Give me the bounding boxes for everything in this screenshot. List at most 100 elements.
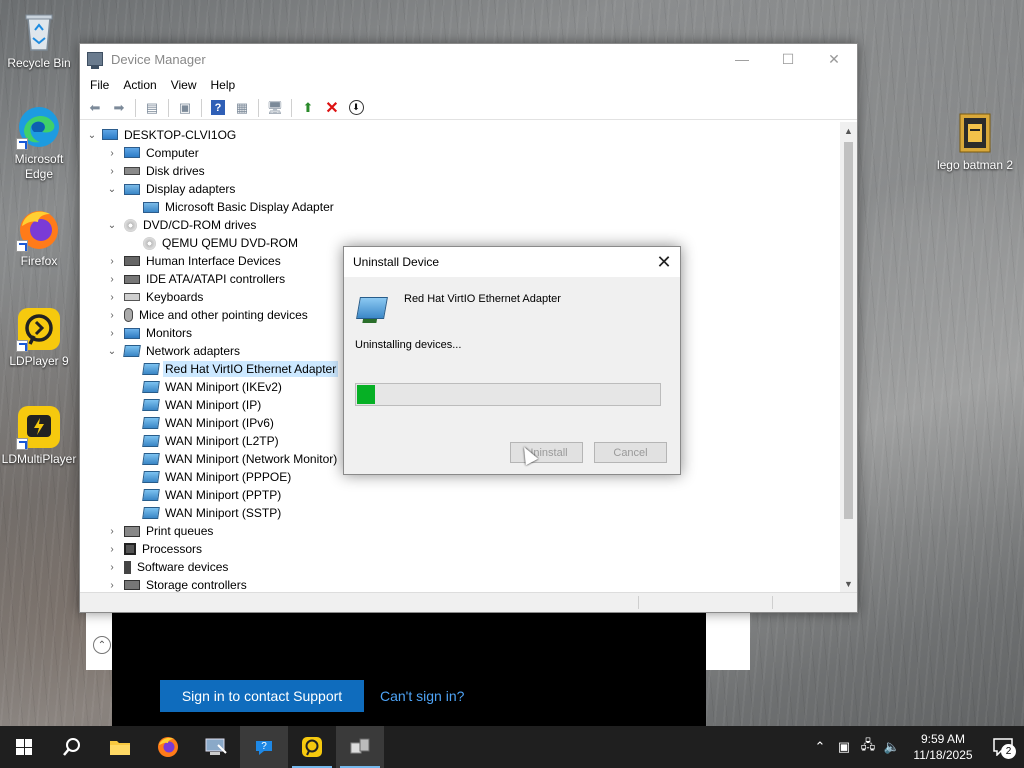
firefox-icon (158, 737, 178, 757)
disk-drive-icon (124, 167, 140, 175)
collapse-chevron-icon[interactable]: ⌄ (86, 130, 98, 141)
back-arrow-icon[interactable]: ⬅ (84, 98, 106, 118)
scrollbar-thumb[interactable] (844, 142, 853, 519)
disable-device-button[interactable]: ⬇ (345, 98, 367, 118)
uninstall-device-icon[interactable]: ✕ (321, 98, 343, 118)
hid-icon (124, 256, 140, 266)
taskbar-device-installer[interactable] (336, 726, 384, 768)
dialog-title-bar[interactable]: Uninstall Device ✕ (344, 247, 680, 277)
computer-icon (124, 146, 140, 158)
sign-in-support-button[interactable]: Sign in to contact Support (160, 680, 364, 712)
expand-chevron-icon[interactable]: › (106, 544, 118, 555)
tree-item-software-devices[interactable]: › Software devices (80, 558, 839, 576)
folder-icon (110, 741, 130, 755)
menu-action[interactable]: Action (116, 78, 163, 92)
status-bar (80, 592, 857, 612)
processor-icon (124, 543, 136, 555)
vertical-scrollbar[interactable]: ▲ ▼ (840, 122, 857, 592)
tree-item-label: Print queues (146, 524, 214, 538)
tree-item-dvd-drives[interactable]: ⌄ DVD/CD-ROM drives (80, 216, 839, 234)
chevron-up-icon[interactable]: ⌃ (808, 739, 832, 755)
cancel-button[interactable]: Cancel (594, 442, 667, 463)
dialog-close-icon[interactable]: ✕ (648, 247, 680, 277)
expand-chevron-icon[interactable]: › (106, 256, 118, 267)
expand-chevron-icon[interactable]: › (106, 526, 118, 537)
desktop-icon-label: Firefox (20, 254, 58, 268)
software-device-icon (124, 560, 131, 574)
menu-view[interactable]: View (164, 78, 204, 92)
menu-bar: File Action View Help (80, 74, 857, 96)
taskbar-file-explorer[interactable] (96, 726, 144, 768)
taskbar-device-manager[interactable] (192, 726, 240, 768)
expand-chevron-icon[interactable]: › (106, 562, 118, 573)
expand-chevron-icon[interactable]: › (106, 292, 118, 303)
desktop-icon-edge[interactable]: Microsoft Edge (0, 104, 78, 182)
network-adapter-icon (142, 399, 160, 411)
tree-item-display-adapters[interactable]: ⌄ Display adapters (80, 180, 839, 198)
expand-chevron-icon[interactable]: › (106, 580, 118, 591)
scroll-down-icon[interactable]: ▼ (840, 575, 857, 592)
expand-chevron-icon[interactable]: › (106, 328, 118, 339)
tree-item-label: Network adapters (146, 344, 241, 358)
volume-muted-icon[interactable]: 🔈 (880, 739, 904, 755)
update-driver-icon[interactable]: ⬆ (297, 98, 319, 118)
tree-item-storage-controllers[interactable]: › Storage controllers (80, 576, 839, 592)
expand-chevron-icon[interactable]: › (106, 310, 118, 321)
cant-sign-in-link[interactable]: Can't sign in? (380, 688, 464, 704)
taskbar-help[interactable]: ? (240, 726, 288, 768)
action-pane-icon[interactable]: ▦ (231, 98, 253, 118)
network-icon[interactable]: 🖧 (856, 736, 880, 758)
tree-item-disk-drives[interactable]: › Disk drives (80, 162, 839, 180)
system-tray: ⌃ ▣ 🖧 🔈 9:59 AM 11/18/2025 2 (808, 726, 1024, 768)
show-hide-console-tree-icon[interactable]: ▤ (141, 98, 163, 118)
scroll-up-icon[interactable]: ▲ (840, 122, 857, 139)
clock-time: 9:59 AM (920, 732, 966, 746)
tree-item-label: Storage controllers (146, 578, 247, 592)
collapse-chevron-icon[interactable]: ⌄ (106, 220, 118, 231)
expand-chevron-icon[interactable]: › (106, 166, 118, 177)
desktop-icon-recycle-bin[interactable]: Recycle Bin (0, 8, 78, 71)
tree-item-wan-sstp[interactable]: WAN Miniport (SSTP) (80, 504, 839, 522)
network-adapter-icon (142, 435, 160, 447)
tree-item-computer[interactable]: › Computer (80, 144, 839, 162)
recycle-bin-icon (16, 8, 62, 54)
forward-arrow-icon[interactable]: ➡ (108, 98, 130, 118)
close-button[interactable]: ✕ (811, 44, 857, 74)
tree-root[interactable]: ⌄ DESKTOP-CLVI1OG (80, 126, 839, 144)
collapse-chevron-icon[interactable]: ⌄ (106, 184, 118, 195)
expand-chevron-icon[interactable]: › (106, 148, 118, 159)
tree-item-processors[interactable]: › Processors (80, 540, 839, 558)
expand-chevron-icon[interactable]: › (106, 274, 118, 285)
start-button[interactable] (0, 726, 48, 768)
device-icon[interactable]: ▣ (832, 739, 856, 755)
clock[interactable]: 9:59 AM 11/18/2025 (904, 731, 982, 763)
desktop-icon-firefox[interactable]: Firefox (0, 206, 78, 269)
tree-item-wan-pptp[interactable]: WAN Miniport (PPTP) (80, 486, 839, 504)
desktop-icon-ldmultiplayer[interactable]: LDMultiPlayer (0, 404, 78, 467)
collapse-chevron-icon[interactable]: ⌄ (106, 346, 118, 357)
scan-hardware-icon[interactable]: 🖥 (264, 98, 286, 118)
maximize-button[interactable]: ☐ (765, 44, 811, 74)
taskbar-ldplayer[interactable] (288, 726, 336, 768)
network-adapter-icon (142, 507, 160, 519)
menu-help[interactable]: Help (204, 78, 243, 92)
taskbar-firefox[interactable] (144, 726, 192, 768)
notification-center-button[interactable]: 2 (982, 726, 1024, 768)
title-bar[interactable]: Device Manager — ☐ ✕ (80, 44, 857, 74)
desktop-icon-ldplayer[interactable]: LDPlayer 9 (0, 306, 78, 369)
properties-icon[interactable]: ▣ (174, 98, 196, 118)
monitor-icon (124, 327, 140, 339)
tree-root-label: DESKTOP-CLVI1OG (124, 128, 237, 142)
desktop-icon-lego-batman[interactable]: lego batman 2 (936, 110, 1014, 173)
tree-item-basic-display-adapter[interactable]: Microsoft Basic Display Adapter (80, 198, 839, 216)
chevron-up-icon[interactable]: ⌃ (93, 636, 111, 654)
tree-item-label: Microsoft Basic Display Adapter (165, 200, 334, 214)
search-button[interactable] (48, 726, 96, 768)
minimize-button[interactable]: — (719, 44, 765, 74)
shortcut-arrow-icon (16, 438, 28, 450)
menu-file[interactable]: File (83, 78, 116, 92)
help-button[interactable]: ? (207, 98, 229, 118)
network-adapter-icon (142, 381, 160, 393)
computer-icon (102, 128, 118, 140)
tree-item-print-queues[interactable]: › Print queues (80, 522, 839, 540)
